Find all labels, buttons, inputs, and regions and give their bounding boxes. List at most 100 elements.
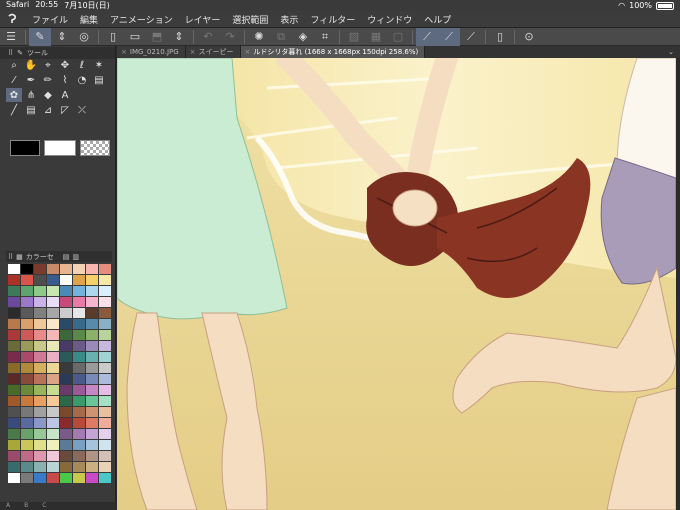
- palette-swatch[interactable]: [8, 319, 20, 329]
- palette-swatch[interactable]: [73, 429, 85, 439]
- palette-swatch[interactable]: [34, 374, 46, 384]
- palette-swatch[interactable]: [47, 418, 59, 428]
- undo-icon[interactable]: ↶: [197, 28, 219, 46]
- palette-swatch[interactable]: [34, 275, 46, 285]
- palette-swatch[interactable]: [86, 396, 98, 406]
- palette-swatch[interactable]: [34, 352, 46, 362]
- canvas-scrollbar[interactable]: [676, 58, 680, 510]
- ruler-tool-icon[interactable]: ⊿: [40, 103, 56, 117]
- new-file-icon[interactable]: ▯: [102, 28, 124, 46]
- palette-swatch[interactable]: [34, 396, 46, 406]
- line-icon[interactable]: ╱: [6, 103, 22, 117]
- close-icon[interactable]: ×: [245, 48, 251, 56]
- palette-swatch[interactable]: [86, 341, 98, 351]
- save-icon[interactable]: ⬒: [146, 28, 168, 46]
- palette-swatch[interactable]: [99, 363, 111, 373]
- palette-swatch[interactable]: [47, 396, 59, 406]
- main-color-swatch[interactable]: [10, 140, 40, 156]
- fill-selection-icon[interactable]: ▦: [365, 28, 387, 46]
- menu-filter[interactable]: フィルター: [310, 13, 355, 26]
- palette-swatch[interactable]: [8, 385, 20, 395]
- palette-swatch[interactable]: [73, 374, 85, 384]
- brush-tab-icon[interactable]: ✎: [17, 49, 23, 57]
- palette-swatch[interactable]: [34, 330, 46, 340]
- palette-swatch[interactable]: [73, 396, 85, 406]
- palette-swatch[interactable]: [86, 418, 98, 428]
- palette-swatch[interactable]: [99, 407, 111, 417]
- ruler-icon[interactable]: ⟋: [460, 28, 482, 46]
- scroll-updown-icon[interactable]: ⇕: [168, 28, 190, 46]
- palette-swatch[interactable]: [34, 286, 46, 296]
- palette-swatch[interactable]: [21, 352, 33, 362]
- palette-swatch[interactable]: [8, 341, 20, 351]
- footer-b[interactable]: B: [24, 502, 28, 510]
- palette-swatch[interactable]: [47, 462, 59, 472]
- smart-icon[interactable]: ◎: [73, 28, 95, 46]
- palette-swatch[interactable]: [60, 363, 72, 373]
- menu-view[interactable]: 表示: [280, 13, 298, 26]
- device-icon[interactable]: ▯: [489, 28, 511, 46]
- palette-swatch[interactable]: [47, 275, 59, 285]
- palette-swatch[interactable]: [86, 308, 98, 318]
- ruler-snap-icon[interactable]: ⟋: [416, 27, 438, 46]
- text-icon[interactable]: A: [57, 88, 73, 102]
- palette-swatch[interactable]: [86, 440, 98, 450]
- operation-icon[interactable]: ⌖: [40, 58, 56, 72]
- palette-swatch[interactable]: [21, 275, 33, 285]
- share-icon[interactable]: ⊙: [518, 28, 540, 46]
- palette-swatch[interactable]: [21, 374, 33, 384]
- edit-pen-icon[interactable]: ✎: [29, 27, 51, 46]
- palette-swatch[interactable]: [34, 341, 46, 351]
- palette-swatch[interactable]: [60, 473, 72, 483]
- tool-tab-label[interactable]: ツール: [27, 48, 48, 58]
- palette-swatch[interactable]: [99, 396, 111, 406]
- close-icon[interactable]: ×: [190, 48, 196, 56]
- palette-swatch[interactable]: [99, 330, 111, 340]
- palette-swatch[interactable]: [86, 297, 98, 307]
- palette-swatch[interactable]: [34, 363, 46, 373]
- palette-swatch[interactable]: [47, 264, 59, 274]
- palette-swatch[interactable]: [73, 308, 85, 318]
- palette-swatch[interactable]: [47, 363, 59, 373]
- fork-icon[interactable]: ⋔: [23, 88, 39, 102]
- palette-swatch[interactable]: [60, 374, 72, 384]
- palette-swatch[interactable]: [8, 308, 20, 318]
- palette-swatch[interactable]: [60, 308, 72, 318]
- palette-swatch[interactable]: [8, 264, 20, 274]
- decoration-icon[interactable]: ✿: [6, 88, 22, 102]
- palette-swatch[interactable]: [73, 385, 85, 395]
- palette-swatch[interactable]: [47, 473, 59, 483]
- palette-swatch[interactable]: [34, 385, 46, 395]
- magic-wand-icon[interactable]: ✶: [91, 58, 107, 72]
- move-icon[interactable]: ✥: [57, 58, 73, 72]
- palette-swatch[interactable]: [73, 297, 85, 307]
- brush-icon[interactable]: ⌇: [57, 73, 73, 87]
- palette-swatch[interactable]: [34, 418, 46, 428]
- palette-swatch[interactable]: [86, 462, 98, 472]
- sub-color-swatch[interactable]: [44, 140, 76, 156]
- fill-bucket-icon[interactable]: ◈: [292, 28, 314, 46]
- grip-icon[interactable]: ⠿: [8, 253, 13, 261]
- pencil-icon[interactable]: ✏: [40, 73, 56, 87]
- palette-swatch[interactable]: [34, 440, 46, 450]
- palette-swatch[interactable]: [99, 374, 111, 384]
- palette-swatch[interactable]: [47, 429, 59, 439]
- palette-swatch[interactable]: [99, 275, 111, 285]
- palette-swatch[interactable]: [8, 286, 20, 296]
- palette-swatch[interactable]: [86, 451, 98, 461]
- ruler-pen-icon[interactable]: ⟋: [438, 27, 460, 46]
- palette-swatch[interactable]: [73, 352, 85, 362]
- eraser-icon[interactable]: ◆: [40, 88, 56, 102]
- palette-swatch[interactable]: [73, 363, 85, 373]
- doc-tab[interactable]: × IMG_0210.JPG: [117, 46, 186, 58]
- palette-swatch[interactable]: [86, 275, 98, 285]
- palette-swatch[interactable]: [60, 418, 72, 428]
- open-folder-icon[interactable]: ▭: [124, 28, 146, 46]
- palette-swatch[interactable]: [73, 330, 85, 340]
- palette-swatch[interactable]: [21, 319, 33, 329]
- palette-swatch[interactable]: [99, 451, 111, 461]
- menu-animation[interactable]: アニメーション: [110, 13, 173, 26]
- palette-swatch[interactable]: [60, 429, 72, 439]
- palette-swatch[interactable]: [47, 385, 59, 395]
- grip-icon[interactable]: ⠿: [8, 49, 13, 57]
